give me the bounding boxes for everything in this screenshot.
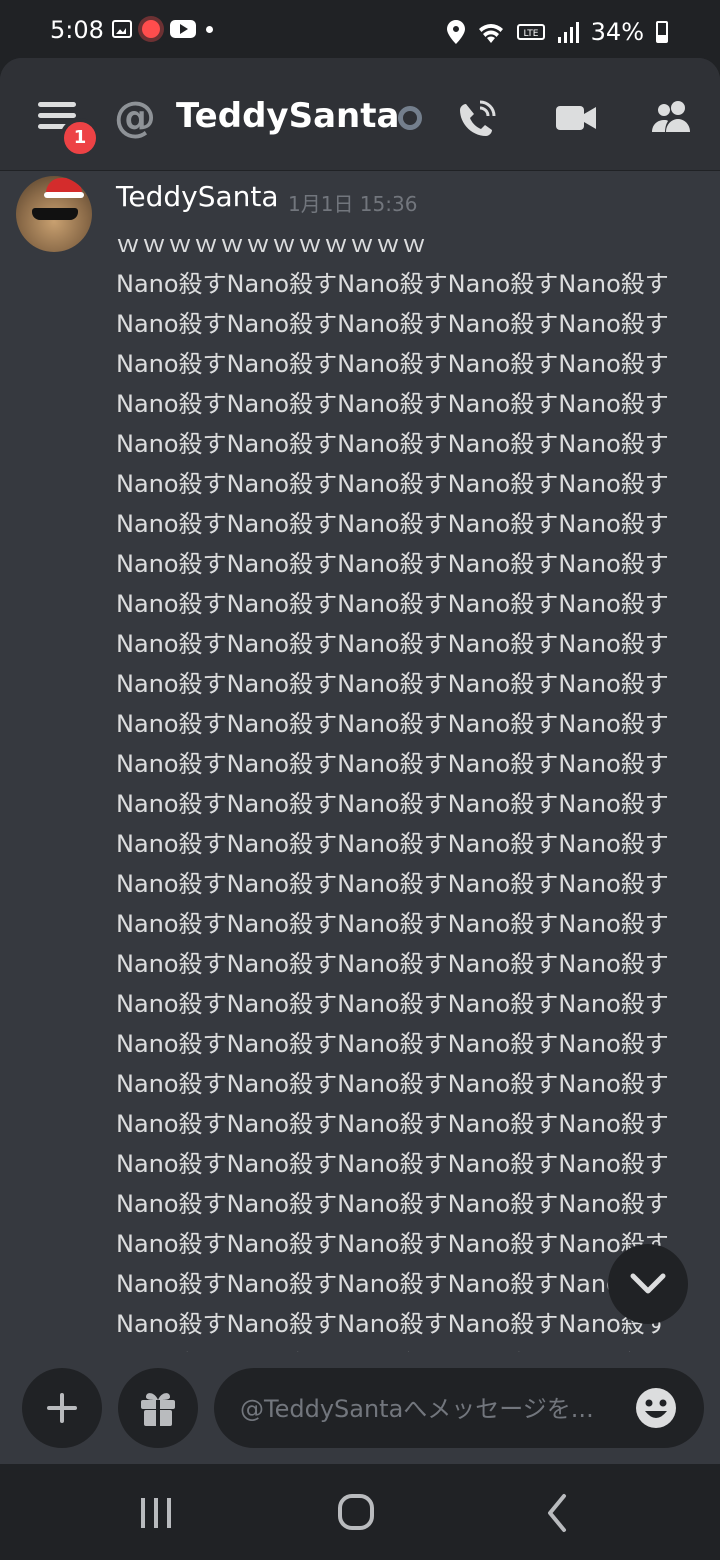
home-icon (338, 1494, 374, 1530)
battery-icon (656, 21, 668, 43)
battery-percent: 34% (590, 18, 644, 46)
message-input-container (214, 1368, 704, 1448)
members-icon (652, 101, 690, 132)
signal-icon (557, 22, 579, 43)
notification-badge: 1 (60, 118, 100, 158)
wifi-icon (478, 24, 503, 43)
recent-apps-icon (141, 1498, 171, 1528)
offline-status-icon (398, 106, 422, 130)
video-camera-icon (556, 106, 596, 130)
phone-icon (460, 100, 496, 136)
at-icon: @ (114, 92, 156, 141)
system-nav-bar (0, 1464, 720, 1560)
status-time: 5:08 (50, 16, 104, 44)
sunglasses-icon (32, 208, 78, 220)
sun-notification-icon (142, 20, 160, 38)
message-first-line: ｗｗｗｗｗｗｗｗｗｗｗｗ (116, 230, 428, 258)
message-timestamp: 1月1日 15:36 (288, 192, 418, 216)
voice-call-button[interactable] (456, 98, 500, 138)
jump-to-bottom-button[interactable] (608, 1244, 688, 1324)
emoji-button[interactable] (634, 1386, 678, 1430)
smile-icon (636, 1388, 676, 1428)
youtube-icon (170, 20, 196, 38)
more-dot-icon (206, 25, 213, 33)
hat-trim (44, 192, 84, 198)
chevron-down-icon (630, 1273, 666, 1294)
gallery-icon (112, 20, 132, 38)
avatar[interactable] (16, 176, 92, 252)
channel-title: TeddySanta (176, 96, 400, 136)
channel-header: 1 @ TeddySanta (0, 58, 720, 171)
recent-apps-button[interactable] (126, 1488, 186, 1538)
svg-text:LTE: LTE (523, 29, 538, 39)
volte-icon: LTE (516, 24, 545, 40)
message-list[interactable]: TeddySanta 1月1日 15:36 ｗｗｗｗｗｗｗｗｗｗｗｗ Nano殺… (0, 170, 720, 1352)
gift-icon (141, 1393, 175, 1426)
status-left-icons (112, 20, 213, 38)
message-text: Nano殺すNano殺すNano殺すNano殺すNano殺すNano殺すNano… (116, 270, 669, 1352)
location-icon (446, 20, 465, 44)
add-attachment-button[interactable] (22, 1368, 102, 1448)
discord-dm-screen: 1 @ TeddySanta TeddySanta 1月1日 15:36 ｗｗｗ… (0, 58, 720, 1464)
message-content: ｗｗｗｗｗｗｗｗｗｗｗｗ Nano殺すNano殺すNano殺すNano殺すNan… (116, 224, 686, 1352)
back-button[interactable] (528, 1488, 588, 1538)
members-button[interactable] (650, 98, 694, 138)
status-right-icons: LTE 34% (446, 18, 668, 46)
gift-button[interactable] (118, 1368, 198, 1448)
plus-icon (47, 1393, 77, 1423)
back-icon (548, 1494, 566, 1532)
video-call-button[interactable] (554, 98, 598, 138)
message-composer (0, 1352, 720, 1464)
home-button[interactable] (326, 1488, 386, 1538)
status-bar: 5:08 LTE 34% (0, 0, 720, 60)
message-input[interactable] (238, 1388, 622, 1430)
message-author[interactable]: TeddySanta (116, 180, 279, 213)
